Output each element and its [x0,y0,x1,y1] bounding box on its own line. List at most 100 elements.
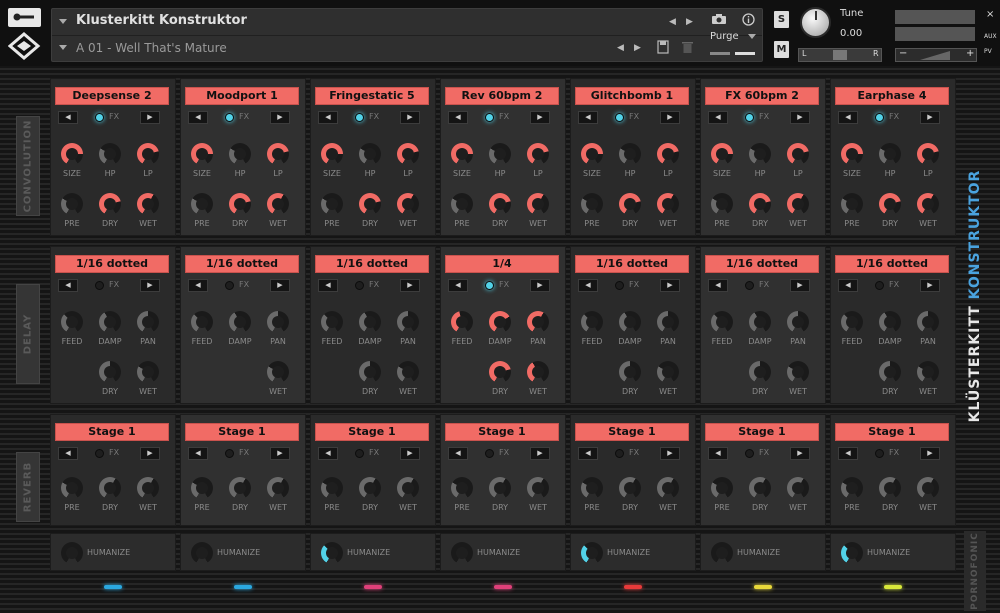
delay-prev-preset-icon[interactable]: ◀ [448,279,468,292]
wet-knob[interactable] [137,361,159,383]
wet-knob[interactable] [137,193,159,215]
dry-knob[interactable] [229,193,251,215]
feed-knob[interactable] [61,311,83,333]
wet-knob[interactable] [917,361,939,383]
convolution-prev-preset-icon[interactable]: ◀ [318,111,338,124]
pan-handle[interactable] [833,50,847,60]
instrument-name[interactable]: Klusterkitt Konstruktor [76,13,247,28]
reverb-prev-preset-icon[interactable]: ◀ [578,447,598,460]
pre-knob[interactable] [61,193,83,215]
wet-knob[interactable] [137,477,159,499]
size-knob[interactable] [581,143,603,165]
convolution-fx-toggle[interactable] [875,113,884,122]
mute-button[interactable]: M [774,41,789,58]
wet-knob[interactable] [527,477,549,499]
delay-fx-toggle[interactable] [355,281,364,290]
delay-prev-preset-icon[interactable]: ◀ [188,279,208,292]
hp-knob[interactable] [99,143,121,165]
wet-knob[interactable] [917,193,939,215]
humanize-knob[interactable] [841,542,863,564]
delay-next-preset-icon[interactable]: ▶ [660,279,680,292]
delay-preset-button[interactable]: 1/16 dotted [705,255,819,273]
pan-knob[interactable] [137,311,159,333]
wet-knob[interactable] [267,361,289,383]
solo-button[interactable]: S [774,11,789,28]
reverb-fx-toggle[interactable] [355,449,364,458]
convolution-fx-toggle[interactable] [355,113,364,122]
dry-knob[interactable] [749,361,771,383]
reverb-next-preset-icon[interactable]: ▶ [920,447,940,460]
pan-slider[interactable]: L R [798,48,882,62]
save-icon[interactable] [657,40,669,57]
dry-knob[interactable] [99,361,121,383]
hp-knob[interactable] [619,143,641,165]
feed-knob[interactable] [191,311,213,333]
dry-knob[interactable] [489,477,511,499]
convolution-next-preset-icon[interactable]: ▶ [660,111,680,124]
reverb-prev-preset-icon[interactable]: ◀ [448,447,468,460]
delay-fx-toggle[interactable] [95,281,104,290]
preset-name[interactable]: A 01 - Well That's Mature [76,41,227,55]
convolution-prev-preset-icon[interactable]: ◀ [578,111,598,124]
wet-knob[interactable] [397,193,419,215]
delay-preset-button[interactable]: 1/16 dotted [835,255,949,273]
dry-knob[interactable] [879,477,901,499]
delay-prev-preset-icon[interactable]: ◀ [838,279,858,292]
wet-knob[interactable] [657,361,679,383]
wet-knob[interactable] [917,477,939,499]
hp-knob[interactable] [229,143,251,165]
pan-knob[interactable] [657,311,679,333]
pre-knob[interactable] [581,193,603,215]
delay-prev-preset-icon[interactable]: ◀ [318,279,338,292]
size-knob[interactable] [451,143,473,165]
dry-knob[interactable] [879,193,901,215]
convolution-next-preset-icon[interactable]: ▶ [270,111,290,124]
reverb-preset-button[interactable]: Stage 1 [55,423,169,441]
convolution-prev-preset-icon[interactable]: ◀ [838,111,858,124]
size-knob[interactable] [61,143,83,165]
size-knob[interactable] [191,143,213,165]
wet-knob[interactable] [657,477,679,499]
pre-knob[interactable] [451,193,473,215]
pre-knob[interactable] [711,477,733,499]
delay-fx-toggle[interactable] [615,281,624,290]
humanize-knob[interactable] [711,542,733,564]
hp-knob[interactable] [489,143,511,165]
dry-knob[interactable] [749,477,771,499]
size-knob[interactable] [841,143,863,165]
damp-knob[interactable] [749,311,771,333]
reverb-fx-toggle[interactable] [875,449,884,458]
lp-knob[interactable] [397,143,419,165]
dry-knob[interactable] [489,361,511,383]
delay-next-preset-icon[interactable]: ▶ [790,279,810,292]
damp-knob[interactable] [359,311,381,333]
feed-knob[interactable] [321,311,343,333]
convolution-prev-preset-icon[interactable]: ◀ [708,111,728,124]
delay-fx-toggle[interactable] [485,281,494,290]
pre-knob[interactable] [451,477,473,499]
delay-preset-button[interactable]: 1/16 dotted [55,255,169,273]
purge-arrow-icon[interactable] [748,34,756,39]
damp-knob[interactable] [489,311,511,333]
convolution-preset-button[interactable]: Rev 60bpm 2 [445,87,559,105]
convolution-preset-button[interactable]: Glitchbomb 1 [575,87,689,105]
reverb-fx-toggle[interactable] [745,449,754,458]
delay-preset-button[interactable]: 1/16 dotted [185,255,299,273]
humanize-knob[interactable] [581,542,603,564]
delay-fx-toggle[interactable] [745,281,754,290]
convolution-preset-button[interactable]: Fringestatic 5 [315,87,429,105]
feed-knob[interactable] [581,311,603,333]
reverb-prev-preset-icon[interactable]: ◀ [318,447,338,460]
convolution-fx-toggle[interactable] [485,113,494,122]
instrument-menu-arrow-icon[interactable] [59,19,67,24]
convolution-next-preset-icon[interactable]: ▶ [790,111,810,124]
dry-knob[interactable] [879,361,901,383]
reverb-fx-toggle[interactable] [95,449,104,458]
pre-knob[interactable] [581,477,603,499]
damp-knob[interactable] [229,311,251,333]
convolution-next-preset-icon[interactable]: ▶ [530,111,550,124]
pv-label[interactable]: PV [984,48,992,55]
purge-menu[interactable]: Purge [710,31,739,42]
reverb-next-preset-icon[interactable]: ▶ [270,447,290,460]
reverb-preset-button[interactable]: Stage 1 [315,423,429,441]
